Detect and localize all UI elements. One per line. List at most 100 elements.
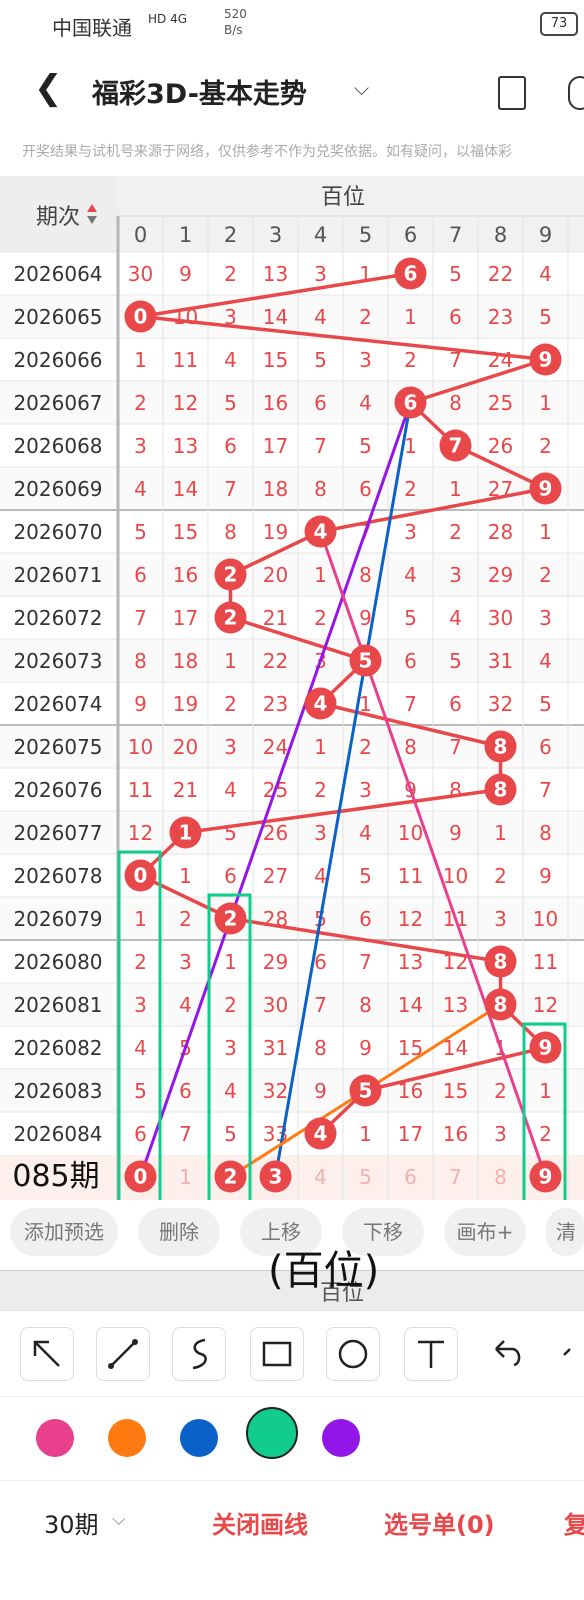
prediction-cell: 1 (179, 1165, 192, 1189)
delete-button[interactable]: 删除 (138, 1208, 220, 1256)
omission-value: 24 (263, 735, 288, 759)
color-palette (0, 1396, 584, 1477)
omission-value: 8 (359, 563, 372, 587)
network-speed: 520 B/s (224, 7, 247, 37)
omission-value: 11 (398, 864, 423, 888)
extra-button[interactable]: 复 (564, 1505, 584, 1540)
omission-value: 17 (398, 1122, 423, 1146)
circle-tool-icon[interactable] (326, 1327, 380, 1381)
rectangle-tool-icon[interactable] (250, 1327, 304, 1381)
redo-icon[interactable] (556, 1327, 584, 1379)
omission-value: 3 (224, 735, 237, 759)
undo-icon[interactable] (480, 1327, 532, 1379)
prediction-cell: 4 (314, 1165, 327, 1189)
period-label: 2026082 (13, 1036, 102, 1060)
blue-color-swatch[interactable] (180, 1419, 218, 1457)
omission-value: 24 (488, 348, 513, 372)
period-label: 2026077 (13, 821, 102, 845)
canvas-plus-button[interactable]: 画布+ (444, 1208, 526, 1256)
trend-chart[interactable]: 期次百位0 1 2 3 4 5 6 7 8 92026064 30 9 2 13 3 1 5 22 42026065… (0, 176, 584, 1200)
omission-value: 9 (449, 821, 462, 845)
hit-number: 0 (134, 864, 148, 888)
omission-value: 1 (179, 864, 192, 888)
period-label: 2026064 (13, 262, 102, 286)
omission-value: 22 (488, 262, 513, 286)
line-tool-icon[interactable] (96, 1327, 150, 1381)
add-preselect-button[interactable]: 添加预选 (10, 1208, 118, 1256)
digit-header-8: 8 (494, 223, 507, 247)
period-label: 2026067 (13, 391, 102, 415)
omission-value: 2 (449, 520, 462, 544)
hit-number: 9 (539, 477, 553, 501)
more-icon[interactable] (568, 76, 584, 110)
hit-number: 4 (314, 1122, 328, 1146)
omission-value: 18 (173, 649, 198, 673)
hit-number: 5 (359, 649, 373, 673)
omission-value: 2 (359, 305, 372, 329)
selection-list-button[interactable]: 选号单(0) (384, 1505, 495, 1540)
omission-value: 30 (128, 262, 153, 286)
omission-value: 6 (224, 434, 237, 458)
period-label: 2026080 (13, 950, 102, 974)
omission-value: 7 (179, 1122, 192, 1146)
close-drawing-button[interactable]: 关闭画线 (212, 1505, 308, 1540)
omission-value: 1 (494, 821, 507, 845)
hit-number: 2 (224, 606, 238, 630)
omission-value: 4 (359, 821, 372, 845)
omission-value: 8 (359, 993, 372, 1017)
omission-value: 8 (404, 735, 417, 759)
omission-value: 2 (359, 735, 372, 759)
chevron-down-icon[interactable]: ⌵ (354, 76, 369, 100)
omission-value: 32 (488, 692, 513, 716)
omission-value: 20 (173, 735, 198, 759)
text-tool-icon[interactable] (404, 1327, 458, 1381)
hit-number: 4 (314, 692, 328, 716)
omission-value: 3 (494, 1122, 507, 1146)
back-icon[interactable]: ❮ (34, 68, 63, 108)
omission-value: 7 (404, 692, 417, 716)
network-indicator: HD 4G (148, 12, 188, 26)
omission-value: 1 (314, 563, 327, 587)
omission-value: 6 (404, 649, 417, 673)
curve-tool-icon[interactable] (172, 1327, 226, 1381)
omission-value: 5 (449, 649, 462, 673)
digit-header-9: 9 (539, 223, 552, 247)
omission-value: 4 (224, 348, 237, 372)
omission-value: 8 (539, 821, 552, 845)
page-title[interactable]: 福彩3D-基本走势 (92, 72, 307, 111)
clear-button[interactable]: 清 (546, 1208, 584, 1256)
omission-value: 21 (263, 606, 288, 630)
omission-value: 19 (263, 520, 288, 544)
omission-value: 31 (263, 1036, 288, 1060)
omission-value: 3 (224, 1036, 237, 1060)
omission-value: 4 (539, 649, 552, 673)
omission-value: 12 (533, 993, 558, 1017)
omission-value: 6 (539, 735, 552, 759)
chevron-down-icon[interactable]: ⌵ (112, 1509, 126, 1530)
omission-value: 2 (539, 434, 552, 458)
green-color-swatch[interactable] (246, 1407, 298, 1459)
device-switch-icon[interactable] (498, 76, 526, 110)
hit-number: 6 (404, 262, 418, 286)
orange-color-swatch[interactable] (108, 1419, 146, 1457)
prediction-number: 0 (134, 1165, 148, 1189)
omission-value: 13 (398, 950, 423, 974)
pink-color-swatch[interactable] (36, 1419, 74, 1457)
purple-color-swatch[interactable] (322, 1419, 360, 1457)
period-label: 2026083 (13, 1079, 102, 1103)
period-label: 2026076 (13, 778, 102, 802)
period-label: 2026070 (13, 520, 102, 544)
omission-value: 5 (134, 520, 147, 544)
omission-value: 1 (539, 391, 552, 415)
omission-value: 2 (224, 692, 237, 716)
omission-value: 9 (179, 262, 192, 286)
omission-value: 5 (359, 434, 372, 458)
arrow-tool-icon[interactable] (20, 1327, 74, 1381)
omission-value: 5 (134, 1079, 147, 1103)
omission-value: 4 (134, 477, 147, 501)
period-select[interactable]: 30期 (44, 1505, 99, 1540)
omission-value: 16 (173, 563, 198, 587)
omission-value: 1 (539, 520, 552, 544)
omission-value: 5 (314, 348, 327, 372)
omission-value: 1 (404, 434, 417, 458)
